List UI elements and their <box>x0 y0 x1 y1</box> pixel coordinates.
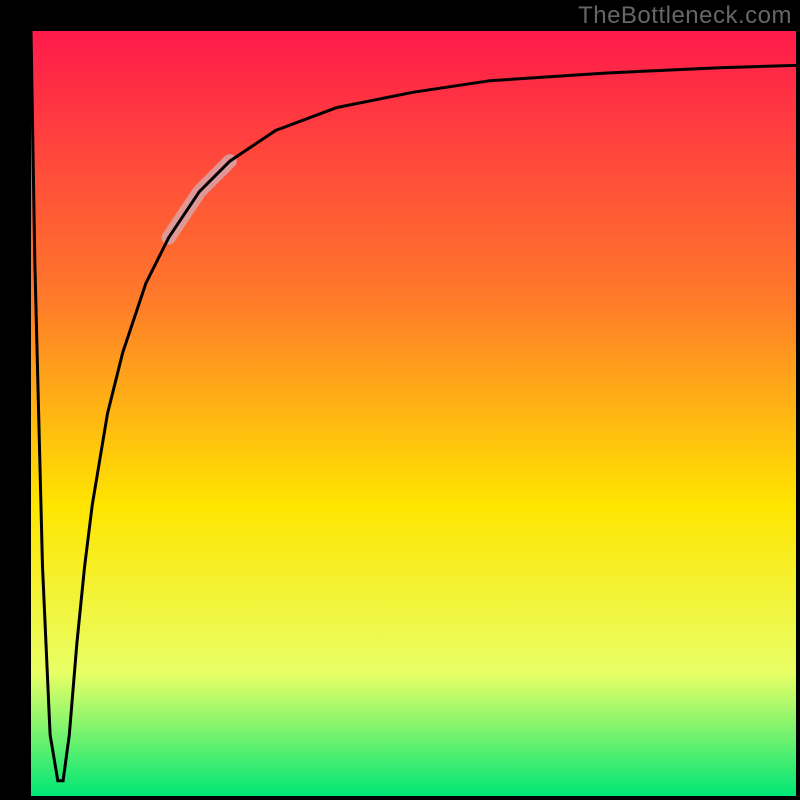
chart-stage: TheBottleneck.com <box>0 0 800 800</box>
chart-background <box>31 31 796 796</box>
bottleneck-chart <box>0 0 800 800</box>
watermark-text: TheBottleneck.com <box>578 2 792 30</box>
